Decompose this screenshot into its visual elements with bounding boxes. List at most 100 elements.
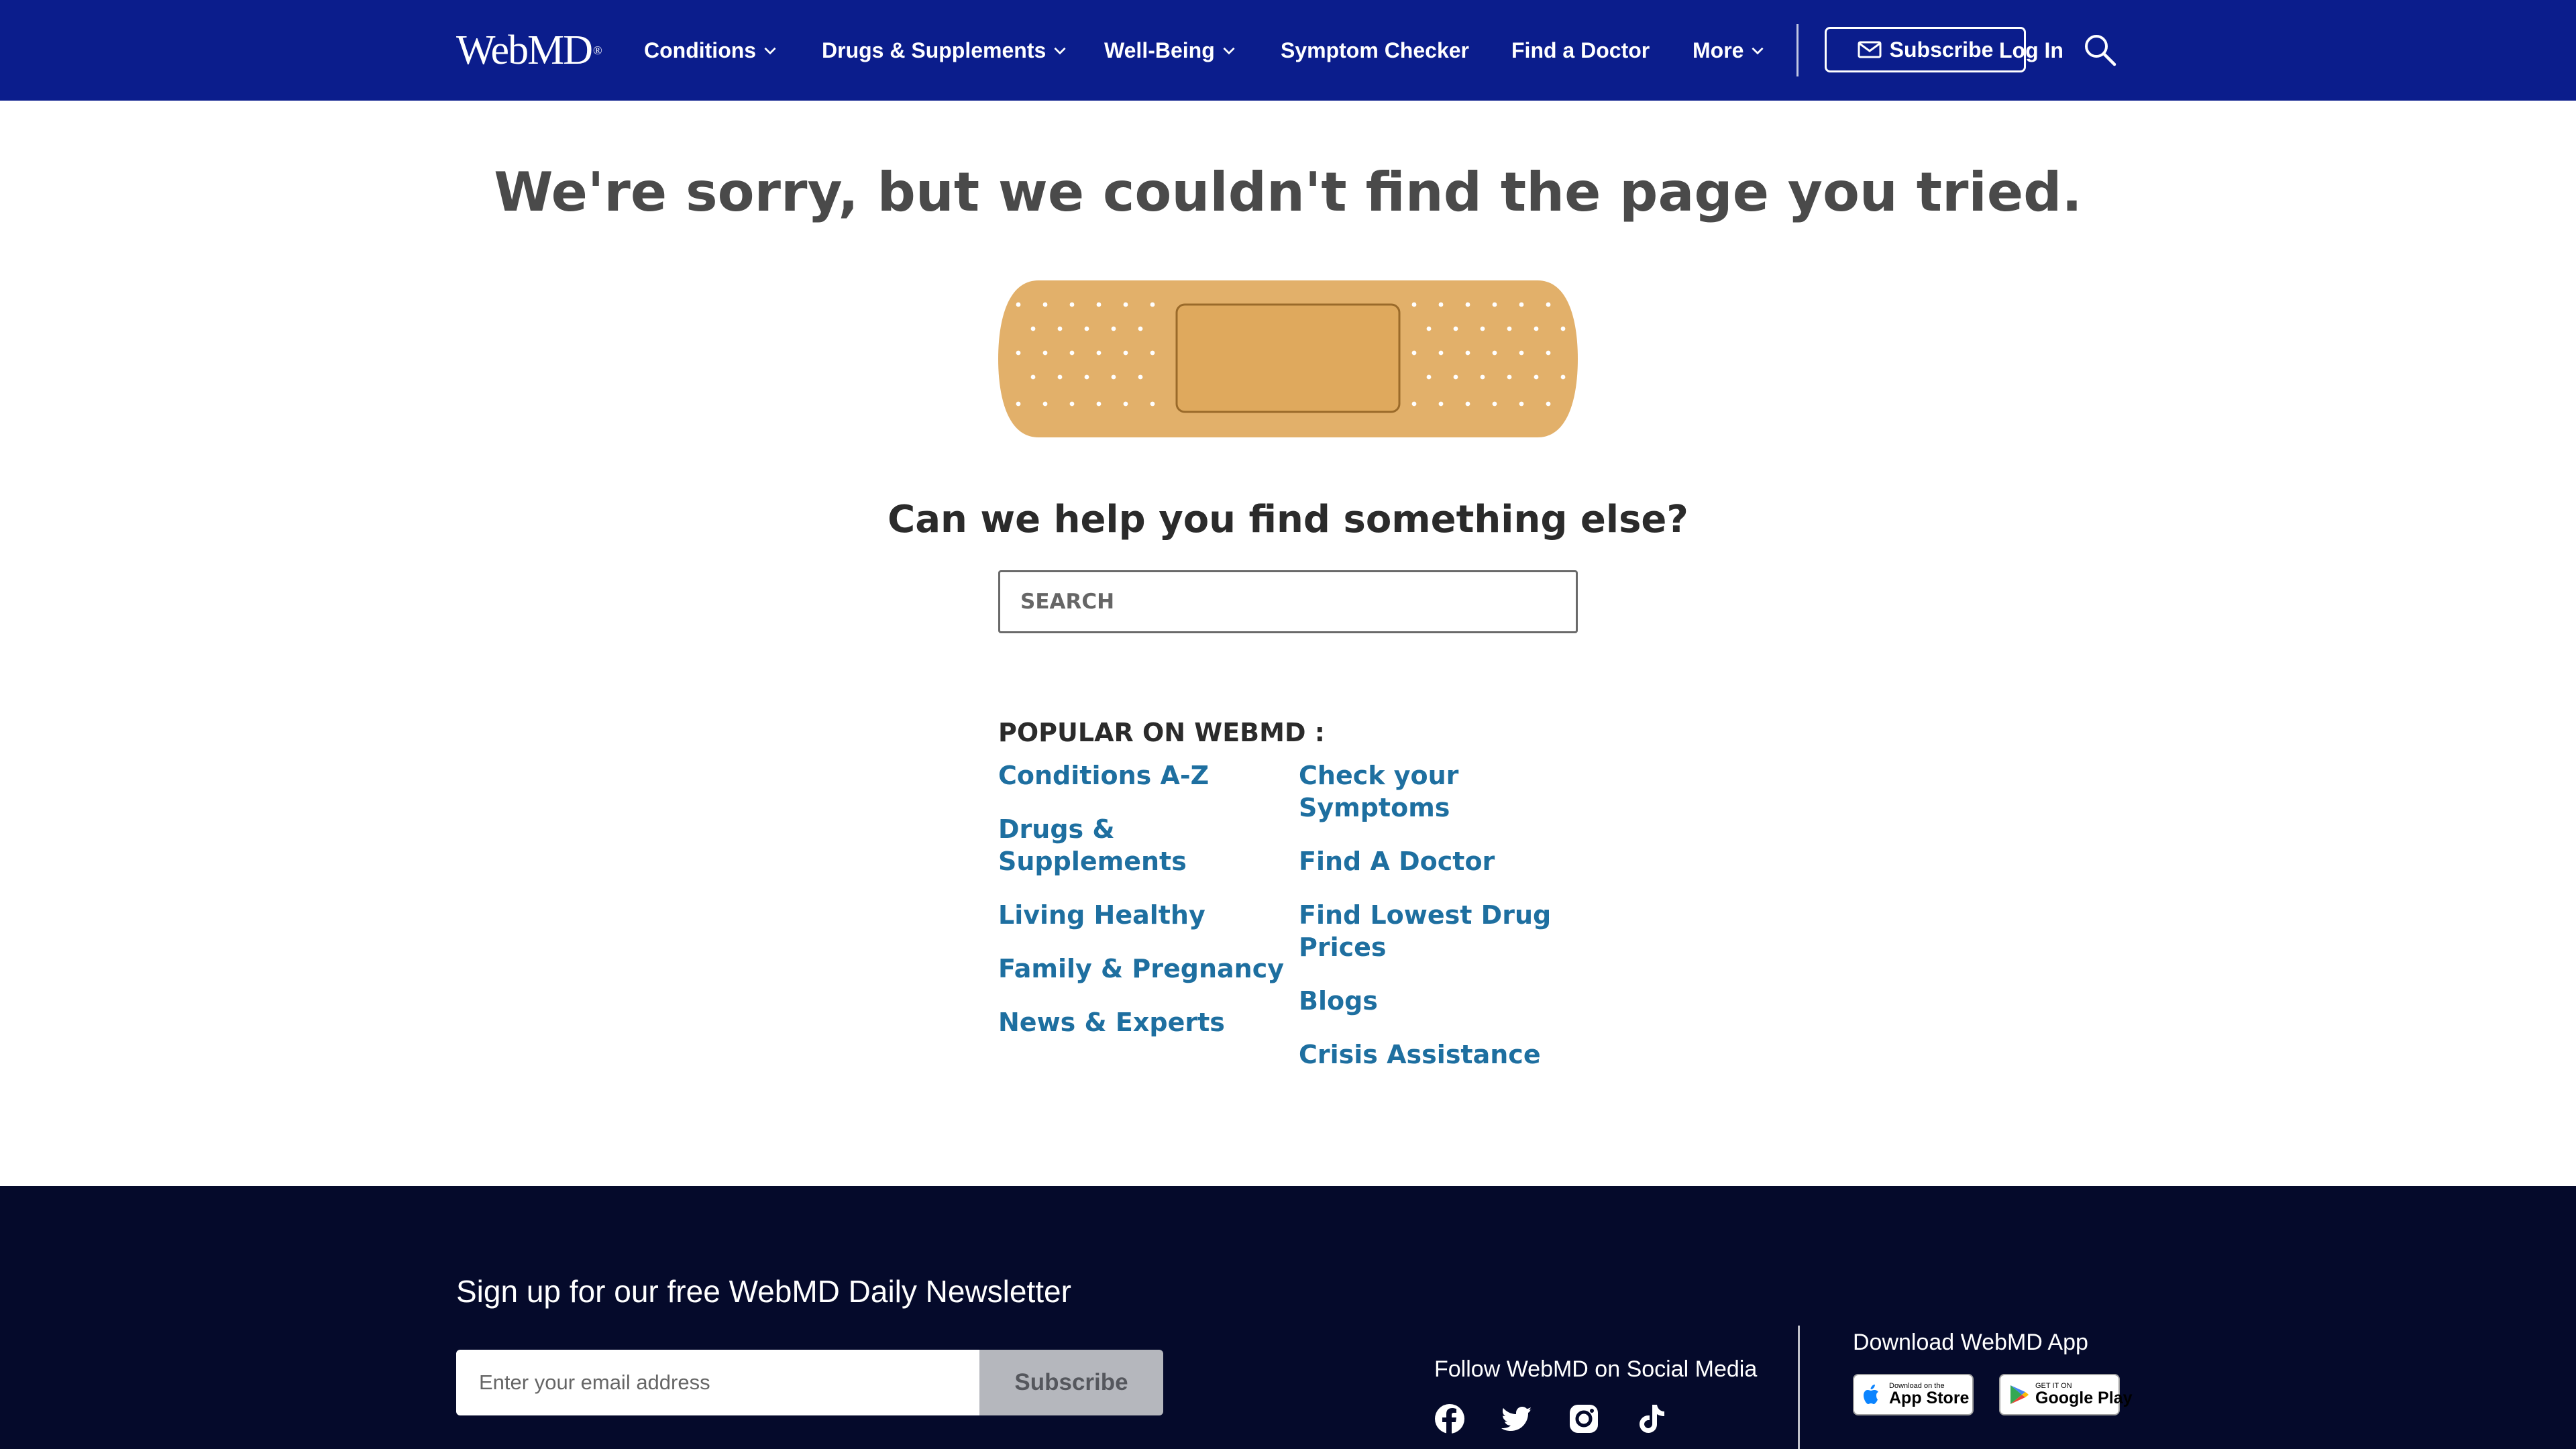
bandage-dot (1492, 401, 1497, 407)
bandage-dot (1453, 326, 1458, 331)
bandage-dot (1057, 326, 1063, 331)
subscribe-button[interactable]: Subscribe (1825, 27, 2026, 72)
search-icon[interactable] (2082, 32, 2117, 67)
subscribe-label: Subscribe (1889, 37, 1994, 62)
link-drugs-supplements[interactable]: Drugs & Supplements (998, 813, 1199, 877)
nav-find-a-doctor[interactable]: Find a Doctor (1511, 0, 1650, 101)
app-store-text: App Store (1889, 1389, 1970, 1407)
bandage-dot (1411, 302, 1417, 307)
logo-text: WebMD (456, 27, 593, 73)
bandage-dot (1507, 374, 1512, 380)
error-heading: We're sorry, but we couldn't find the pa… (494, 161, 2082, 223)
bandage-dot (1426, 326, 1432, 331)
nav-divider (1796, 24, 1799, 76)
bandage-dot (1030, 326, 1036, 331)
bandage-dot (1411, 401, 1417, 407)
bandage-dot (1069, 302, 1075, 307)
nav-more[interactable]: More (1693, 0, 1766, 101)
tiktok-icon[interactable] (1634, 1402, 1668, 1436)
bandage-dot (1096, 350, 1102, 356)
bandage-dot (1480, 374, 1485, 380)
bandage-dot (1519, 350, 1524, 356)
webmd-logo[interactable]: WebMD ® (456, 25, 602, 75)
search-input[interactable] (998, 570, 1578, 633)
bandage-dot (1560, 326, 1566, 331)
bandage-dot (1438, 302, 1444, 307)
link-blogs[interactable]: Blogs (1299, 985, 1580, 1017)
bandage-dot (1123, 401, 1128, 407)
bandage-dot (1042, 401, 1048, 407)
bandage-dot (1138, 326, 1143, 331)
nav-well-being[interactable]: Well-Being (1104, 0, 1238, 101)
app-download-heading: Download WebMD App (1853, 1330, 2088, 1355)
bandage-dot (1016, 401, 1021, 407)
link-family-pregnancy[interactable]: Family & Pregnancy (998, 953, 1287, 985)
app-store-badge[interactable]: Download on the App Store (1853, 1374, 1974, 1415)
bandage-dot (1534, 326, 1539, 331)
bandage-dot (1150, 350, 1155, 356)
popular-heading: POPULAR ON WEBMD : (998, 718, 1325, 747)
google-play-icon (2010, 1385, 2029, 1404)
google-play-text: Google Play (2035, 1389, 2133, 1407)
link-check-symptoms[interactable]: Check your Symptoms (1299, 759, 1473, 824)
bandage-dot (1519, 401, 1524, 407)
registered-mark: ® (592, 43, 602, 57)
nav-label: Conditions (644, 38, 757, 62)
chevron-down-icon (1752, 47, 1764, 55)
bandage-dot (1492, 350, 1497, 356)
nav-drugs-supplements[interactable]: Drugs & Supplements (822, 0, 1069, 101)
login-link[interactable]: Log In (1999, 0, 2063, 101)
bandage-dot (1096, 401, 1102, 407)
link-conditions-a-z[interactable]: Conditions A-Z (998, 759, 1287, 792)
bandage-illustration (998, 280, 1578, 437)
link-living-healthy[interactable]: Living Healthy (998, 899, 1287, 931)
bandage-dot (1084, 374, 1089, 380)
bandage-dot (1016, 350, 1021, 356)
email-input[interactable] (456, 1350, 979, 1415)
chevron-down-icon (1054, 47, 1066, 55)
bandage-dot (1084, 326, 1089, 331)
link-crisis-assistance[interactable]: Crisis Assistance (1299, 1038, 1580, 1071)
bandage-dot (1546, 401, 1551, 407)
instagram-icon[interactable] (1567, 1402, 1601, 1436)
link-news-experts[interactable]: News & Experts (998, 1006, 1287, 1038)
bandage-dot (1453, 374, 1458, 380)
google-play-badge[interactable]: GET IT ON Google Play (1999, 1374, 2132, 1415)
bandage-dot (1438, 350, 1444, 356)
bandage-dot (1411, 350, 1417, 356)
newsletter-heading: Sign up for our free WebMD Daily Newslet… (456, 1274, 1071, 1309)
bandage-dot (1438, 401, 1444, 407)
nav-label: Symptom Checker (1281, 38, 1469, 62)
bandage-dot (1042, 302, 1048, 307)
bandage-dot (1123, 302, 1128, 307)
nav-symptom-checker[interactable]: Symptom Checker (1281, 0, 1469, 101)
nav-conditions[interactable]: Conditions (644, 0, 779, 101)
chevron-down-icon (764, 47, 776, 55)
help-heading: Can we help you find something else? (888, 498, 1688, 541)
bandage-dot (1465, 302, 1470, 307)
bandage-dot (1069, 350, 1075, 356)
facebook-icon[interactable] (1433, 1402, 1466, 1436)
bandage-dot (1069, 401, 1075, 407)
bandage-dot (1111, 374, 1116, 380)
bandage-dot (1042, 350, 1048, 356)
link-find-a-doctor[interactable]: Find A Doctor (1299, 845, 1580, 877)
bandage-dot (1016, 302, 1021, 307)
bandage-dot (1546, 302, 1551, 307)
top-navigation-bar: WebMD ® Conditions Drugs & Supplements We… (0, 0, 2576, 101)
nav-label: Drugs & Supplements (822, 38, 1046, 62)
newsletter-subscribe-button[interactable]: Subscribe (979, 1350, 1163, 1415)
link-find-lowest-drug-prices[interactable]: Find Lowest Drug Prices (1299, 899, 1554, 963)
bandage-dot (1150, 302, 1155, 307)
newsletter-subscribe-label: Subscribe (1014, 1369, 1128, 1395)
bandage-dot (1519, 302, 1524, 307)
bandage-dot (1057, 374, 1063, 380)
bandage-dot (1123, 350, 1128, 356)
nav-label: Find a Doctor (1511, 38, 1650, 62)
bandage-dot (1030, 374, 1036, 380)
twitter-icon[interactable] (1500, 1402, 1534, 1436)
bandage-dot (1480, 326, 1485, 331)
bandage-dot (1534, 374, 1539, 380)
bandage-dot (1492, 302, 1497, 307)
nav-label: Well-Being (1104, 38, 1215, 62)
